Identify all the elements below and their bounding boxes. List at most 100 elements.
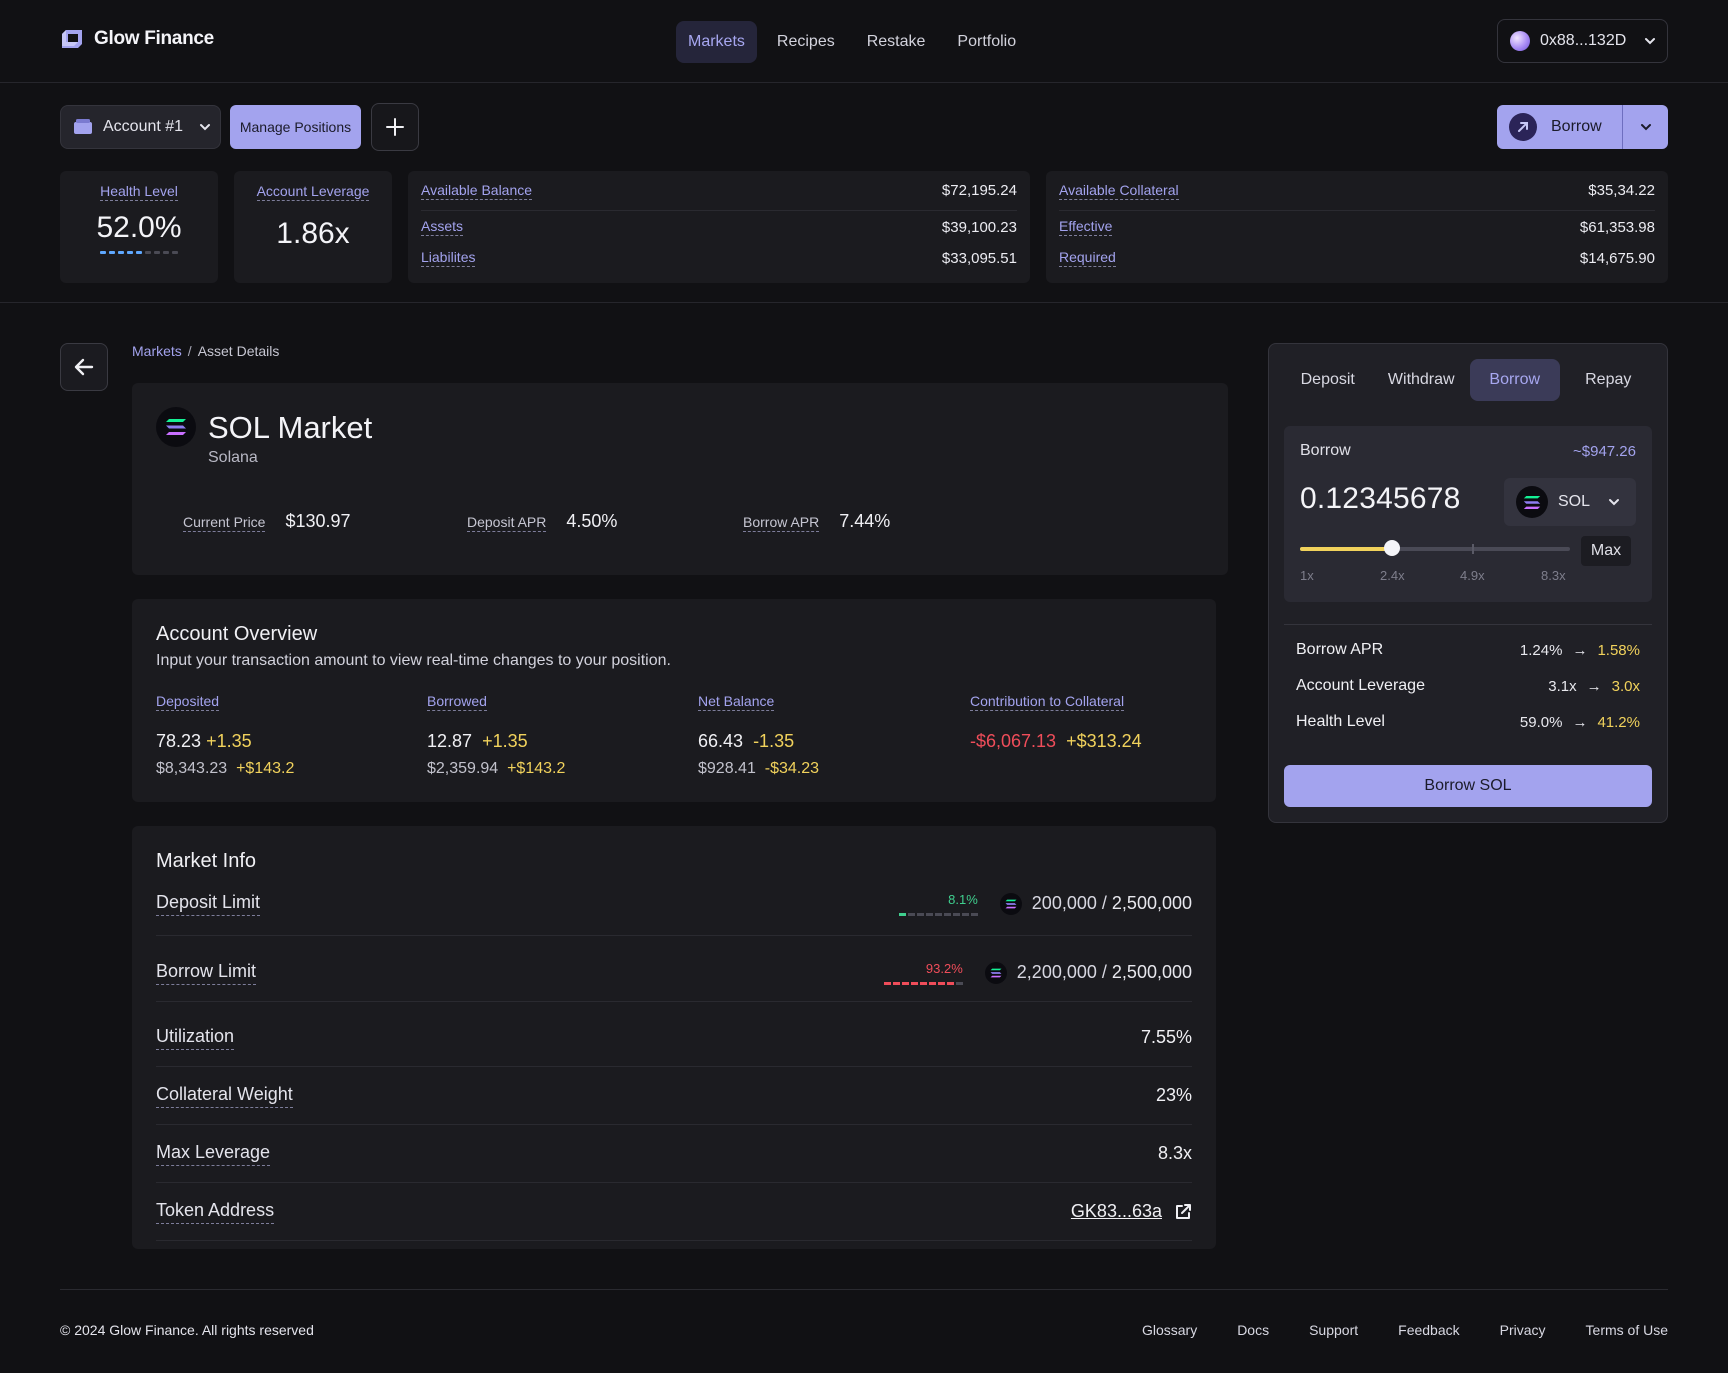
deposit-limit-total: 2,500,000	[1111, 893, 1192, 913]
breadcrumb-separator: /	[187, 343, 192, 359]
borrow-action-button[interactable]: Borrow	[1497, 105, 1668, 149]
arrow-right-icon: →	[1572, 641, 1588, 659]
max-leverage-label[interactable]: Max Leverage	[156, 1142, 271, 1166]
footer-link-feedback[interactable]: Feedback	[1398, 1322, 1459, 1338]
token-address-label[interactable]: Token Address	[156, 1200, 275, 1224]
deposited-usd: $8,343.23	[156, 760, 228, 777]
borrow-amount-input[interactable]: 0.12345678	[1300, 482, 1461, 516]
contribution-change: +$313.24	[1066, 731, 1142, 751]
required-value: $14,675.90	[1579, 249, 1655, 267]
required-label[interactable]: Required	[1059, 249, 1116, 267]
deposit-apr-label[interactable]: Deposit APR	[467, 514, 547, 532]
add-account-button[interactable]	[371, 103, 419, 151]
net-balance-label[interactable]: Net Balance	[698, 693, 775, 711]
action-panel: Deposit Withdraw Borrow Repay Borrow ~$9…	[1268, 343, 1668, 823]
footer-link-terms[interactable]: Terms of Use	[1586, 1322, 1668, 1338]
net-balance-usd-change: -$34.23	[764, 760, 819, 777]
breadcrumb-current: Asset Details	[197, 343, 280, 359]
leverage-slider[interactable]	[1300, 540, 1570, 556]
current-price-label[interactable]: Current Price	[183, 514, 266, 532]
account-leverage-label[interactable]: Account Leverage	[256, 183, 370, 201]
slider-tick	[1472, 544, 1474, 554]
effective-row: Effective $61,353.98	[1059, 211, 1655, 243]
borrow-apr-from: 1.24%	[1519, 641, 1563, 659]
required-row: Required $14,675.90	[1059, 243, 1655, 273]
tab-deposit[interactable]: Deposit	[1283, 359, 1373, 401]
borrow-main-button[interactable]: Borrow	[1497, 105, 1623, 149]
borrow-limit-label[interactable]: Borrow Limit	[156, 961, 257, 985]
deposited-label[interactable]: Deposited	[156, 693, 220, 711]
progress-segment	[946, 981, 954, 985]
current-price: Current Price $130.97	[183, 511, 351, 532]
wallet-button[interactable]: 0x88...132D	[1497, 19, 1668, 63]
deposit-apr: Deposit APR 4.50%	[467, 511, 617, 532]
assets-row: Assets $39,100.23	[421, 211, 1017, 243]
breadcrumb: Markets / Asset Details	[132, 343, 279, 359]
footer-link-glossary[interactable]: Glossary	[1142, 1322, 1197, 1338]
borrow-input-label: Borrow	[1300, 442, 1351, 459]
breadcrumb-markets[interactable]: Markets	[132, 343, 182, 359]
progress-segment	[118, 251, 124, 254]
nav-recipes[interactable]: Recipes	[765, 21, 847, 63]
progress-segment	[898, 912, 906, 916]
max-button[interactable]: Max	[1581, 536, 1631, 566]
overview-title: Account Overview	[156, 623, 318, 645]
progress-segment	[955, 981, 963, 985]
health-from: 59.0%	[1519, 713, 1563, 731]
nav-markets[interactable]: Markets	[676, 21, 757, 63]
borrowed-amount: 12.87	[427, 731, 473, 751]
net-balance-amount: 66.43	[698, 731, 744, 751]
slider-handle[interactable]	[1384, 540, 1400, 556]
borrow-apr-value: 7.44%	[839, 511, 891, 531]
effective-label[interactable]: Effective	[1059, 218, 1113, 236]
deposit-limit-label[interactable]: Deposit Limit	[156, 892, 261, 916]
contribution-label[interactable]: Contribution to Collateral	[970, 693, 1125, 711]
footer-link-support[interactable]: Support	[1309, 1322, 1358, 1338]
max-leverage-row: Max Leverage 8.3x	[156, 1125, 1192, 1183]
deposit-limit-percent: 8.1%	[948, 891, 978, 907]
tab-borrow[interactable]: Borrow	[1470, 359, 1560, 401]
deposited-change: +1.35	[206, 731, 252, 751]
nav-portfolio[interactable]: Portfolio	[945, 21, 1028, 63]
collateral-weight-label[interactable]: Collateral Weight	[156, 1084, 293, 1108]
liabilities-label[interactable]: Liabilites	[421, 249, 476, 267]
arrow-up-right-icon	[1509, 113, 1537, 141]
account-selector[interactable]: Account #1	[60, 105, 221, 149]
health-level-label[interactable]: Health Level	[100, 183, 178, 201]
borrow-dropdown-toggle[interactable]	[1623, 121, 1668, 133]
available-collateral-value: $35,34.22	[1588, 182, 1655, 199]
arrow-right-icon: →	[1586, 677, 1602, 695]
brand-logo[interactable]: Glow Finance	[60, 28, 214, 50]
footer-link-docs[interactable]: Docs	[1237, 1322, 1269, 1338]
account-overview-card: Account Overview Input your transaction …	[132, 599, 1216, 802]
tab-repay[interactable]: Repay	[1564, 359, 1654, 401]
divider	[1284, 624, 1652, 625]
slider-tick-label: 1x	[1300, 568, 1314, 583]
borrow-sol-button[interactable]: Borrow SOL	[1284, 765, 1652, 807]
collateral-weight-value: 23%	[1155, 1085, 1192, 1105]
divider	[0, 302, 1728, 303]
token-address-link[interactable]: GK83...63a	[1071, 1201, 1192, 1222]
manage-positions-button[interactable]: Manage Positions	[230, 105, 361, 149]
back-button[interactable]	[60, 343, 108, 391]
borrow-apr-label[interactable]: Borrow APR	[743, 514, 820, 532]
progress-segment	[952, 912, 960, 916]
liabilities-row: Liabilites $33,095.51	[421, 243, 1017, 273]
tab-withdraw[interactable]: Withdraw	[1377, 359, 1467, 401]
assets-label[interactable]: Assets	[421, 218, 464, 236]
progress-segment	[109, 251, 115, 254]
available-collateral-label[interactable]: Available Collateral	[1059, 182, 1179, 200]
footer-link-privacy[interactable]: Privacy	[1500, 1322, 1546, 1338]
borrow-apr-to: 1.58%	[1597, 641, 1640, 659]
progress-segment	[892, 981, 900, 985]
chevron-down-icon	[1645, 38, 1656, 45]
borrow-label: Borrow	[1551, 118, 1602, 135]
token-selector[interactable]: SOL	[1504, 478, 1636, 526]
utilization-label[interactable]: Utilization	[156, 1026, 235, 1050]
account-label: Account #1	[103, 118, 184, 135]
borrowed-label[interactable]: Borrowed	[427, 693, 487, 711]
footer-divider	[60, 1289, 1668, 1290]
nav-restake[interactable]: Restake	[855, 21, 938, 63]
available-balance-label[interactable]: Available Balance	[421, 182, 533, 200]
progress-segment	[901, 981, 909, 985]
